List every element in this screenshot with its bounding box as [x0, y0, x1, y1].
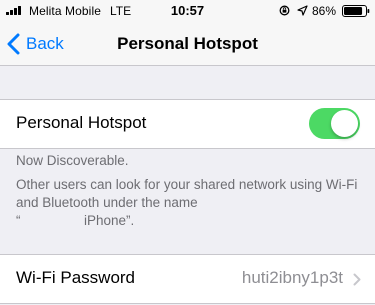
hotspot-description: Other users can look for your shared net… [16, 176, 361, 230]
battery-icon [342, 5, 370, 17]
status-bar: Melita Mobile LTE 10:57 86% [0, 0, 375, 22]
hotspot-description-text: Other users can look for your shared net… [16, 177, 358, 210]
location-arrow-icon [297, 5, 308, 16]
chevron-right-icon [353, 273, 361, 286]
wifi-password-row[interactable]: Wi-Fi Password huti2ibny1p3t [0, 254, 375, 304]
wifi-password-value: huti2ibny1p3t [241, 268, 343, 287]
wifi-password-label: Wi-Fi Password [16, 268, 136, 287]
personal-hotspot-toggle[interactable] [309, 108, 360, 139]
toggle-knob [331, 110, 358, 137]
personal-hotspot-row: Personal Hotspot [0, 99, 375, 149]
personal-hotspot-label: Personal Hotspot [16, 113, 147, 132]
hotspot-footer: Now Discoverable. Other users can look f… [16, 152, 361, 230]
rotation-lock-icon [279, 5, 290, 16]
device-name-suffix: iPhone”. [84, 213, 135, 228]
navigation-bar: Back Personal Hotspot [0, 22, 375, 66]
discoverable-status: Now Discoverable. [16, 153, 129, 168]
device-name-open-quote: “ [16, 213, 21, 228]
page-title: Personal Hotspot [117, 34, 258, 53]
battery-percent: 86% [312, 4, 337, 18]
